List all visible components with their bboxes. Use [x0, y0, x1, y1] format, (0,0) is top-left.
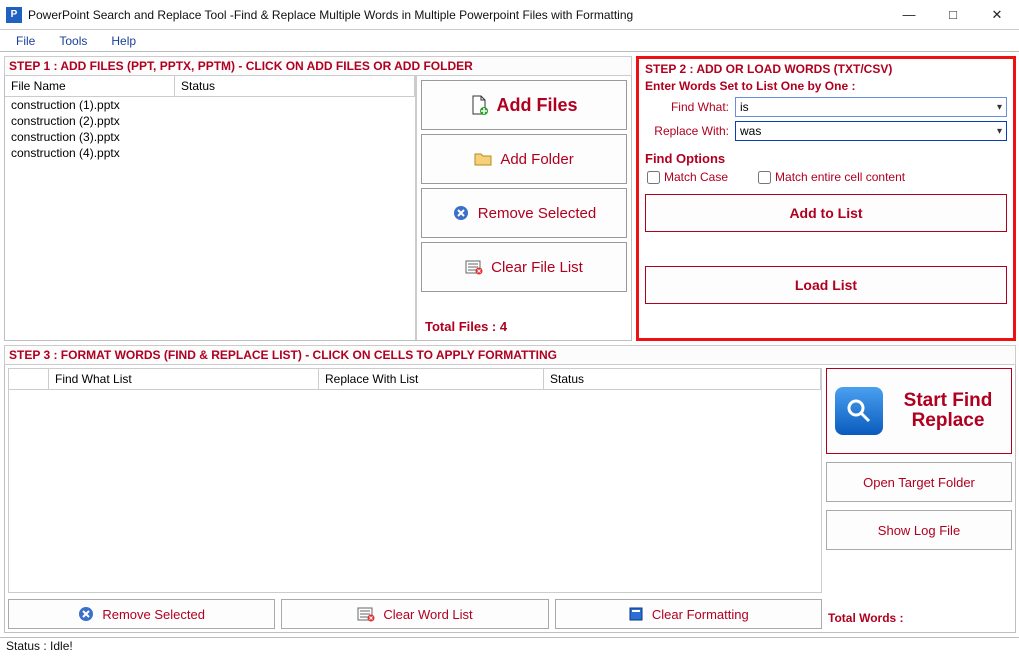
match-case-input[interactable]	[647, 171, 660, 184]
col-file-name[interactable]: File Name	[5, 76, 175, 96]
file-name-cell: construction (1).pptx	[5, 97, 175, 113]
close-button[interactable]: ✕	[975, 0, 1019, 30]
remove-selected-label: Remove Selected	[478, 205, 596, 222]
file-status-cell	[175, 113, 415, 129]
col-find-what[interactable]: Find What List	[49, 369, 319, 389]
add-folder-button[interactable]: Add Folder	[421, 134, 627, 184]
chevron-down-icon[interactable]: ▾	[997, 126, 1002, 137]
start-label: Start Find Replace	[893, 391, 1003, 431]
replace-with-combo[interactable]: ▾	[735, 121, 1007, 141]
step3-panel: STEP 3 : FORMAT WORDS (FIND & REPLACE LI…	[4, 345, 1016, 633]
table-row[interactable]: construction (1).pptx	[5, 97, 415, 113]
file-table[interactable]: File Name Status construction (1).pptxco…	[5, 76, 416, 340]
find-what-input[interactable]	[740, 100, 1002, 114]
step3-header: STEP 3 : FORMAT WORDS (FIND & REPLACE LI…	[4, 345, 1016, 365]
step2-panel: STEP 2 : ADD OR LOAD WORDS (TXT/CSV) Ent…	[636, 56, 1016, 341]
step1-side-buttons: Add Files Add Folder Remove Selected	[416, 76, 631, 340]
clear-list-icon	[357, 606, 375, 622]
find-options-label: Find Options	[645, 151, 1007, 166]
replace-with-label: Replace With:	[645, 124, 729, 138]
folder-icon	[474, 150, 492, 168]
menu-file[interactable]: File	[6, 32, 45, 50]
total-words-label: Total Words :	[826, 607, 1012, 629]
table-row[interactable]: construction (4).pptx	[5, 145, 415, 161]
clear-file-list-label: Clear File List	[491, 259, 583, 276]
total-files-label: Total Files : 4	[421, 313, 627, 336]
table-row[interactable]: construction (2).pptx	[5, 113, 415, 129]
chevron-down-icon[interactable]: ▾	[997, 102, 1002, 113]
col-file-status[interactable]: Status	[175, 76, 415, 96]
remove-icon	[78, 606, 94, 622]
remove-selected-word-button[interactable]: Remove Selected	[8, 599, 275, 629]
clear-file-list-button[interactable]: Clear File List	[421, 242, 627, 292]
col-word-status[interactable]: Status	[544, 369, 821, 389]
step1-panel: STEP 1 : ADD FILES (PPT, PPTX, PPTM) - C…	[4, 56, 632, 341]
open-target-folder-button[interactable]: Open Target Folder	[826, 462, 1012, 502]
replace-with-input[interactable]	[740, 124, 1002, 138]
find-what-label: Find What:	[645, 100, 729, 114]
file-status-cell	[175, 145, 415, 161]
table-row[interactable]: construction (3).pptx	[5, 129, 415, 145]
file-name-cell: construction (4).pptx	[5, 145, 175, 161]
add-files-label: Add Files	[496, 95, 577, 116]
menu-help[interactable]: Help	[101, 32, 146, 50]
load-list-button[interactable]: Load List	[645, 266, 1007, 304]
file-name-cell: construction (2).pptx	[5, 113, 175, 129]
show-log-file-button[interactable]: Show Log File	[826, 510, 1012, 550]
menubar: File Tools Help	[0, 30, 1019, 52]
add-folder-label: Add Folder	[500, 151, 573, 168]
titlebar: P PowerPoint Search and Replace Tool -Fi…	[0, 0, 1019, 30]
app-icon: P	[6, 7, 22, 23]
menu-tools[interactable]: Tools	[49, 32, 97, 50]
match-entire-input[interactable]	[758, 171, 771, 184]
add-files-button[interactable]: Add Files	[421, 80, 627, 130]
format-icon	[628, 606, 644, 622]
file-table-header: File Name Status	[5, 76, 415, 97]
window-title: PowerPoint Search and Replace Tool -Find…	[28, 8, 887, 22]
find-what-combo[interactable]: ▾	[735, 97, 1007, 117]
col-replace-with[interactable]: Replace With List	[319, 369, 544, 389]
status-bar: Status : Idle!	[0, 637, 1019, 655]
clear-formatting-button[interactable]: Clear Formatting	[555, 599, 822, 629]
file-status-cell	[175, 97, 415, 113]
start-find-replace-button[interactable]: Start Find Replace	[826, 368, 1012, 454]
maximize-button[interactable]: □	[931, 0, 975, 30]
step1-header: STEP 1 : ADD FILES (PPT, PPTX, PPTM) - C…	[4, 56, 632, 76]
file-name-cell: construction (3).pptx	[5, 129, 175, 145]
step2-header: STEP 2 : ADD OR LOAD WORDS (TXT/CSV)	[645, 62, 1007, 76]
remove-selected-button[interactable]: Remove Selected	[421, 188, 627, 238]
step3-side: Start Find Replace Open Target Folder Sh…	[826, 368, 1012, 629]
file-status-cell	[175, 129, 415, 145]
word-table-header: Find What List Replace With List Status	[9, 369, 821, 390]
match-entire-checkbox[interactable]: Match entire cell content	[758, 170, 905, 184]
word-table-body[interactable]	[9, 390, 821, 592]
clear-list-icon	[465, 258, 483, 276]
minimize-button[interactable]: —	[887, 0, 931, 30]
add-to-list-button[interactable]: Add to List	[645, 194, 1007, 232]
add-files-icon	[470, 96, 488, 114]
step2-sub: Enter Words Set to List One by One :	[645, 79, 1007, 93]
col-blank[interactable]	[9, 369, 49, 389]
match-case-checkbox[interactable]: Match Case	[647, 170, 728, 184]
remove-icon	[452, 204, 470, 222]
clear-word-list-button[interactable]: Clear Word List	[281, 599, 548, 629]
search-icon	[835, 387, 883, 435]
word-table[interactable]: Find What List Replace With List Status	[8, 368, 822, 593]
